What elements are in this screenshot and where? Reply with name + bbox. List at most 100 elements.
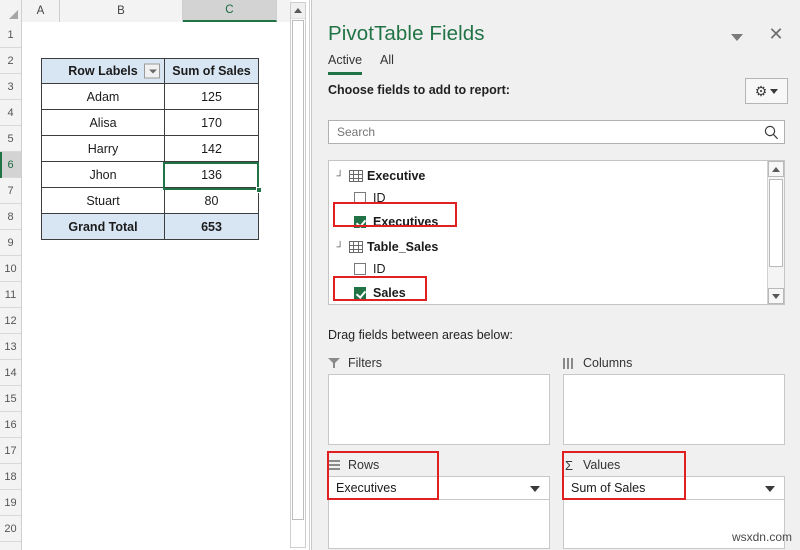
search-input[interactable] <box>329 125 758 139</box>
field-group-table-sales[interactable]: ┘ Table_Sales <box>329 236 784 258</box>
row-label-stuart: Stuart <box>41 187 165 214</box>
funnel-icon <box>328 357 340 369</box>
search-box[interactable] <box>328 120 785 144</box>
row-header-2[interactable]: 2 <box>0 48 21 74</box>
scroll-down-icon[interactable] <box>768 288 784 304</box>
table-row: Alisa 170 <box>41 109 259 136</box>
column-header-b[interactable]: B <box>60 0 183 22</box>
row-header-19[interactable]: 19 <box>0 490 21 516</box>
zone-field-label: Executives <box>336 481 397 495</box>
checkbox-id[interactable] <box>354 192 366 204</box>
zone-title: Values <box>583 458 621 472</box>
field-item-id-2[interactable]: ID <box>329 258 784 280</box>
collapse-icon[interactable]: ┘ <box>335 241 345 253</box>
scroll-thumb[interactable] <box>769 179 783 267</box>
chevron-down-icon[interactable] <box>726 26 748 48</box>
row-header-13[interactable]: 13 <box>0 334 21 360</box>
tab-active[interactable]: Active <box>328 53 363 75</box>
field-group-label: Executive <box>367 169 426 183</box>
zone-columns[interactable]: Columns <box>563 352 785 445</box>
zone-filters[interactable]: Filters <box>328 352 550 445</box>
row-header-5[interactable]: 5 <box>0 126 21 152</box>
checkbox-sales[interactable] <box>354 286 366 299</box>
zone-field-sum-of-sales[interactable]: Sum of Sales <box>564 477 784 500</box>
zone-dropzone[interactable] <box>328 374 550 445</box>
row-header-12[interactable]: 12 <box>0 308 21 334</box>
field-item-label: Sales <box>373 285 406 300</box>
zone-dropzone[interactable] <box>563 374 785 445</box>
pivottable-fields-panel: PivotTable Fields ✕ Active All Choose fi… <box>311 0 800 550</box>
gear-button[interactable]: ⚙ <box>745 78 788 104</box>
close-icon[interactable]: ✕ <box>764 22 788 46</box>
field-item-id[interactable]: ID <box>329 187 784 209</box>
row-header-strip: 1 2 3 4 5 6 7 8 9 10 11 12 13 14 15 16 17 18 19 20 <box>0 22 22 550</box>
panel-tabs: Active All <box>328 53 394 75</box>
row-header-18[interactable]: 18 <box>0 464 21 490</box>
row-label-harry: Harry <box>41 135 165 162</box>
zone-rows[interactable]: Rows Executives <box>328 454 550 549</box>
row-header-6[interactable]: 6 <box>0 151 21 178</box>
field-item-sales[interactable]: Sales <box>329 280 784 304</box>
row-header-7[interactable]: 7 <box>0 178 21 204</box>
row-header-4[interactable]: 4 <box>0 100 21 126</box>
column-header-c[interactable]: C <box>183 0 277 22</box>
table-row: Stuart 80 <box>41 187 259 214</box>
chevron-down-icon[interactable] <box>765 486 775 492</box>
scroll-thumb[interactable] <box>292 20 304 520</box>
page-title: PivotTable Fields <box>328 22 485 45</box>
select-all-corner[interactable] <box>0 0 22 22</box>
row-header-3[interactable]: 3 <box>0 74 21 100</box>
zone-dropzone[interactable]: Executives <box>328 476 550 549</box>
collapse-icon[interactable]: ┘ <box>335 170 345 182</box>
row-header-20[interactable]: 20 <box>0 516 21 542</box>
field-item-label: ID <box>373 262 386 276</box>
field-list-scrollbar[interactable] <box>767 161 784 304</box>
zone-title: Filters <box>348 356 383 370</box>
field-group-executive[interactable]: ┘ Executive <box>329 165 784 187</box>
sigma-icon: Σ <box>564 457 574 473</box>
column-header-a[interactable]: A <box>22 0 60 22</box>
checkbox-id-2[interactable] <box>354 263 366 275</box>
grand-total-label: Grand Total <box>41 213 165 240</box>
scroll-up-icon[interactable] <box>291 3 305 19</box>
row-header-1[interactable]: 1 <box>0 22 21 48</box>
choose-fields-label: Choose fields to add to report: <box>328 83 510 97</box>
column-header-d[interactable] <box>277 0 291 22</box>
pivot-table: Row Labels Sum of Sales Adam 125 Alisa 1… <box>41 58 259 240</box>
row-value-stuart: 80 <box>164 187 259 214</box>
row-header-16[interactable]: 16 <box>0 412 21 438</box>
zone-field-executives[interactable]: Executives <box>329 477 549 500</box>
search-icon[interactable] <box>758 125 784 140</box>
row-header-15[interactable]: 15 <box>0 386 21 412</box>
table-row: Harry 142 <box>41 135 259 162</box>
zone-header: Columns <box>563 352 785 374</box>
table-icon <box>349 170 363 182</box>
header-sum-of-sales: Sum of Sales <box>164 58 259 84</box>
chevron-down-icon[interactable] <box>530 486 540 492</box>
row-value-adam: 125 <box>164 83 259 110</box>
row-header-17[interactable]: 17 <box>0 438 21 464</box>
table-row: Adam 125 <box>41 83 259 110</box>
row-header-8[interactable]: 8 <box>0 204 21 230</box>
sheet-vertical-scrollbar[interactable] <box>290 2 306 548</box>
field-item-executives[interactable]: Executives <box>329 209 784 234</box>
drag-fields-label: Drag fields between areas below: <box>328 328 513 342</box>
fill-handle[interactable] <box>256 187 262 193</box>
field-list[interactable]: ┘ Executive ID Executives ┘ Table_Sales <box>328 160 785 305</box>
scroll-up-icon[interactable] <box>768 161 784 177</box>
excel-pivottable-screen: Row Labels Sum of Sales Adam 125 Alisa 1… <box>0 0 800 550</box>
filter-dropdown-icon[interactable] <box>144 63 160 79</box>
row-header-11[interactable]: 11 <box>0 282 21 308</box>
field-item-label: ID <box>373 191 386 205</box>
table-row: Jhon 136 <box>41 161 259 188</box>
row-value-harry[interactable]: 142 <box>164 135 259 162</box>
row-header-9[interactable]: 9 <box>0 230 21 256</box>
row-value-alisa: 170 <box>164 109 259 136</box>
gear-icon: ⚙ <box>754 83 768 99</box>
row-header-14[interactable]: 14 <box>0 360 21 386</box>
table-icon <box>349 241 363 253</box>
tab-all[interactable]: All <box>380 53 394 75</box>
checkbox-executives[interactable] <box>354 215 366 228</box>
row-header-10[interactable]: 10 <box>0 256 21 282</box>
zone-header: Rows <box>328 454 550 476</box>
